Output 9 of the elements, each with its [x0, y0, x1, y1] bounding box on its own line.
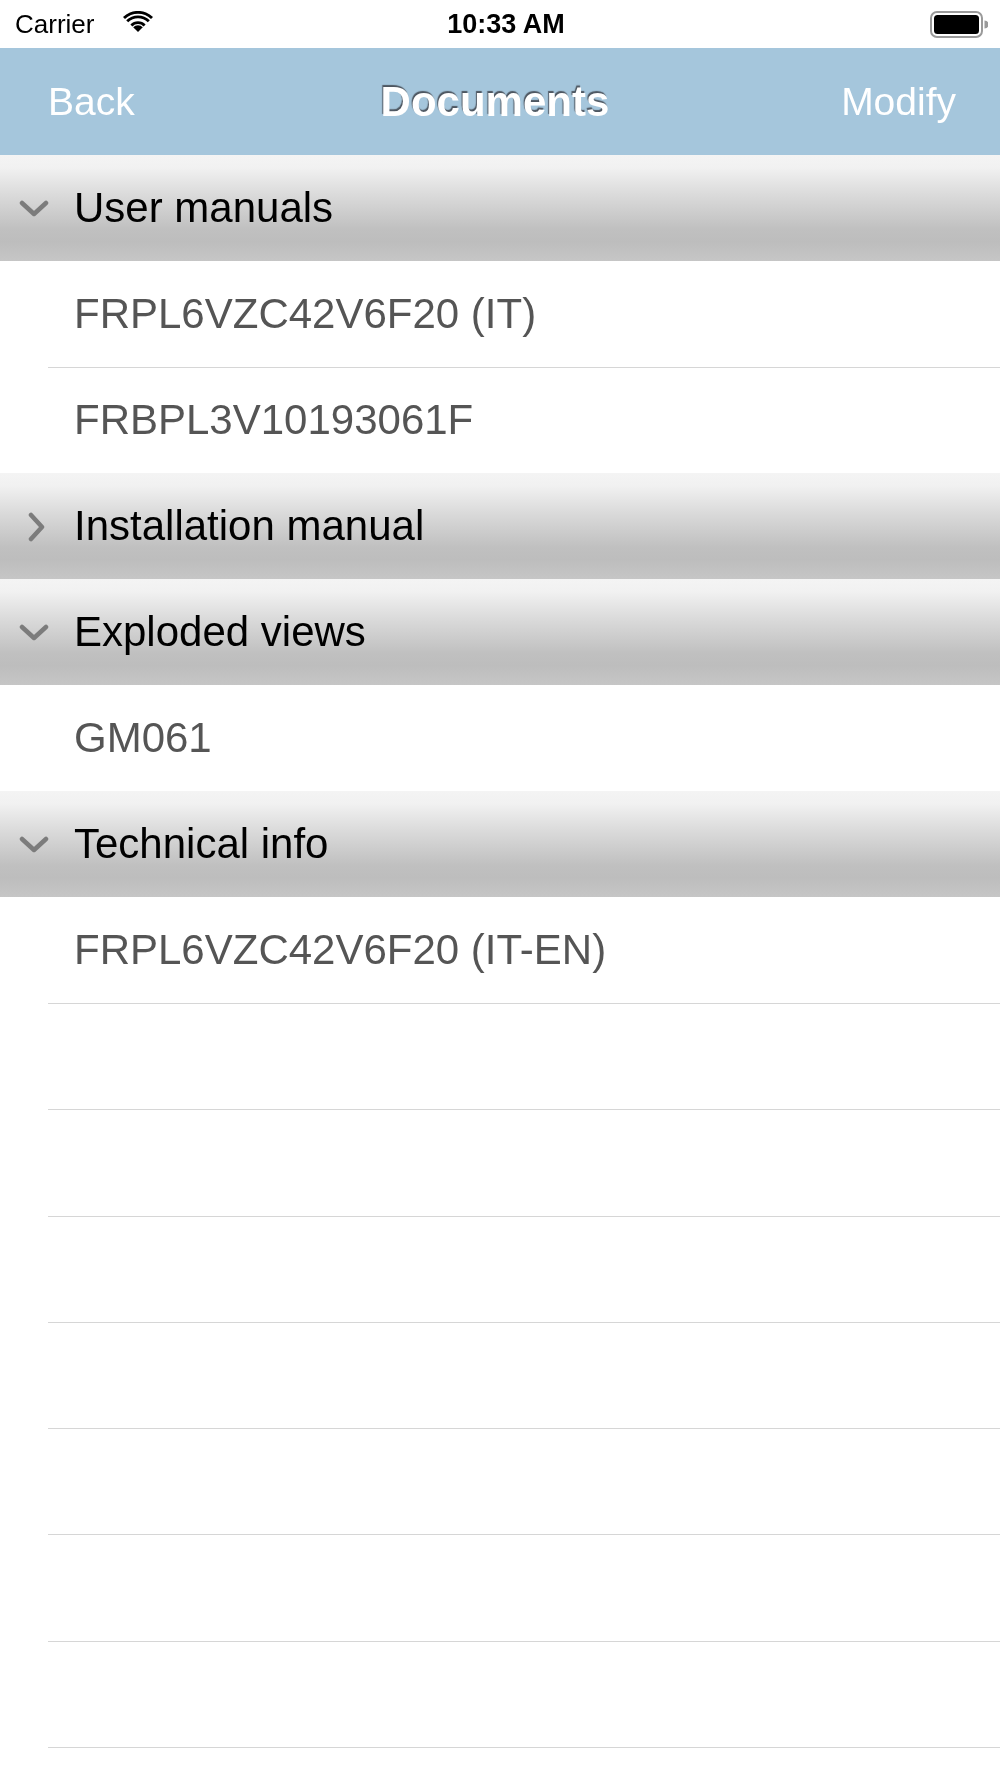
section-header[interactable]: User manuals [0, 155, 1000, 261]
section-header[interactable]: Technical info [0, 791, 1000, 897]
battery-icon [930, 10, 988, 38]
section-header[interactable]: Exploded views [0, 579, 1000, 685]
time-label: 10:33 AM [447, 8, 565, 40]
nav-title: Documents [380, 77, 610, 126]
carrier-label: Carrier [15, 8, 95, 40]
section-header[interactable]: Installation manual [0, 473, 1000, 579]
wifi-icon [123, 11, 154, 33]
